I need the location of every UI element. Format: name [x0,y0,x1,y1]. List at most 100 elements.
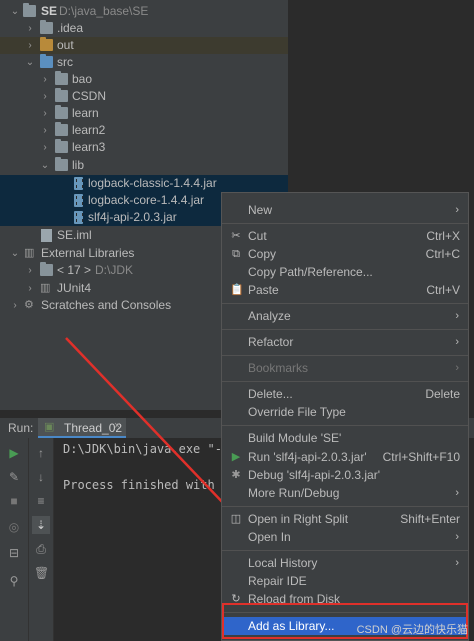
chevron-right-icon: › [455,336,459,348]
tree-label: .idea [57,21,84,35]
chevron-down-icon[interactable]: ⌄ [10,3,20,20]
tree-item-jar-1[interactable]: logback-classic-1.4.4.jar [0,175,288,192]
jar-icon [74,194,83,207]
menu-separator [222,329,468,330]
chevron-right-icon[interactable]: › [25,20,35,37]
tree-label: SE.iml [57,228,92,242]
menu-item-cut[interactable]: ✂ Cut Ctrl+X [222,227,468,245]
stop-icon[interactable]: ■ [7,494,21,508]
jar-icon [74,177,83,190]
menu-item-override-file-type[interactable]: Override File Type [222,403,468,421]
menu-item-copy-path[interactable]: Copy Path/Reference... [222,263,468,281]
tree-item-csdn[interactable]: › CSDN [0,88,288,105]
console-line: D:\JDK\bin\java.exe "-ja [63,442,237,456]
run-tab-thread-02[interactable]: ▣ Thread_02 × [38,418,126,438]
tree-item-src[interactable]: ⌄ src [0,54,288,71]
menu-separator [222,303,468,304]
menu-item-build-module[interactable]: Build Module 'SE' [222,429,468,447]
menu-item-paste[interactable]: 📋 Paste Ctrl+V [222,281,468,299]
tree-item-out[interactable]: › out [0,37,288,54]
scratches-icon: ⚙ [24,299,34,311]
package-icon [55,88,68,102]
chevron-right-icon: › [455,310,459,322]
menu-shortcut: Shift+Enter [400,512,460,526]
chevron-right-icon[interactable]: › [40,105,50,122]
menu-item-bookmarks[interactable]: Bookmarks › [222,359,468,377]
tree-item-lib[interactable]: ⌄ lib [0,157,288,174]
module-file-icon [41,229,52,242]
scroll-to-end-icon[interactable]: ⇣ [32,516,50,534]
tree-label: CSDN [72,89,107,103]
clipboard-icon: 📋 [230,284,244,296]
menu-item-new[interactable]: New › [222,201,468,219]
chevron-right-icon[interactable]: › [25,37,35,54]
restore-layout-icon[interactable]: ⊟ [7,546,21,560]
menu-label: Refactor [248,335,294,349]
tree-item-learn[interactable]: › learn [0,105,288,122]
menu-label: Run 'slf4j-api-2.0.3.jar' [248,450,367,464]
tree-root-se[interactable]: ⌄ SE D:\java_base\SE [0,3,288,20]
menu-item-more-run-debug[interactable]: More Run/Debug › [222,484,468,502]
menu-item-open-in-right-split[interactable]: ◫ Open in Right Split Shift+Enter [222,510,468,528]
arrow-down-icon[interactable]: ↓ [34,470,48,484]
package-icon [55,139,68,153]
arrow-up-icon[interactable]: ↑ [34,446,48,460]
module-folder-icon [23,3,36,17]
chevron-right-icon[interactable]: › [10,297,20,314]
menu-item-delete[interactable]: Delete... Delete [222,385,468,403]
menu-item-analyze[interactable]: Analyze › [222,307,468,325]
tree-label: learn2 [72,123,106,137]
tree-label: JUnit4 [57,281,92,295]
tree-item-bao[interactable]: › bao [0,71,288,88]
chevron-right-icon[interactable]: › [25,262,35,279]
menu-item-debug[interactable]: ✱ Debug 'slf4j-api-2.0.3.jar' [222,466,468,484]
chevron-right-icon[interactable]: › [40,139,50,156]
tree-item-learn3[interactable]: › learn3 [0,139,288,156]
menu-item-open-in[interactable]: Open In › [222,528,468,546]
chevron-right-icon[interactable]: › [25,280,35,297]
rerun-icon[interactable]: ▶ [7,446,21,460]
menu-item-local-history[interactable]: Local History › [222,554,468,572]
tree-item-learn2[interactable]: › learn2 [0,122,288,139]
camera-icon[interactable]: ◎ [7,520,21,534]
soft-wrap-icon[interactable]: ≡ [34,494,48,508]
tree-item-idea[interactable]: › .idea [0,20,288,37]
chevron-right-icon[interactable]: › [40,122,50,139]
menu-separator [222,223,468,224]
chevron-down-icon[interactable]: ⌄ [10,245,20,262]
library-icon: ▥ [40,282,51,294]
tree-label: Scratches and Consoles [41,298,172,312]
menu-separator [222,550,468,551]
pin-icon[interactable]: ⚲ [7,574,21,588]
menu-label: Copy Path/Reference... [248,265,373,279]
module-name: SE [41,4,58,18]
split-icon: ◫ [230,513,242,525]
jdk-folder-icon [40,262,53,276]
menu-separator [222,425,468,426]
console-line: Process finished with ex [63,478,237,492]
tree-label: slf4j-api-2.0.3.jar [88,210,177,224]
chevron-down-icon[interactable]: ⌄ [25,54,35,71]
chevron-right-icon[interactable]: › [40,88,50,105]
trash-icon[interactable]: 🗑 [34,566,49,580]
print-icon[interactable]: ⎙ [34,542,48,556]
menu-label: Cut [248,229,267,243]
wrench-icon[interactable]: ✎ [7,470,21,484]
menu-label: Repair IDE [248,574,307,588]
menu-label: Override File Type [248,405,346,419]
tree-label: logback-classic-1.4.4.jar [88,176,217,190]
menu-item-refactor[interactable]: Refactor › [222,333,468,351]
tree-label: External Libraries [41,246,135,260]
tree-label: out [57,38,74,52]
module-path: D:\java_base\SE [59,4,149,18]
chevron-down-icon[interactable]: ⌄ [40,157,50,174]
close-icon[interactable]: × [114,420,120,432]
chevron-right-icon: › [455,204,459,216]
libraries-icon: ▥ [24,247,35,259]
chevron-right-icon[interactable]: › [40,71,50,88]
scissors-icon: ✂ [231,230,241,242]
menu-item-repair-ide[interactable]: Repair IDE [222,572,468,590]
menu-label: Open in Right Split [248,512,349,526]
menu-item-copy[interactable]: ⧉ Copy Ctrl+C [222,245,468,263]
menu-item-run[interactable]: ▶ Run 'slf4j-api-2.0.3.jar' Ctrl+Shift+F… [222,448,468,466]
